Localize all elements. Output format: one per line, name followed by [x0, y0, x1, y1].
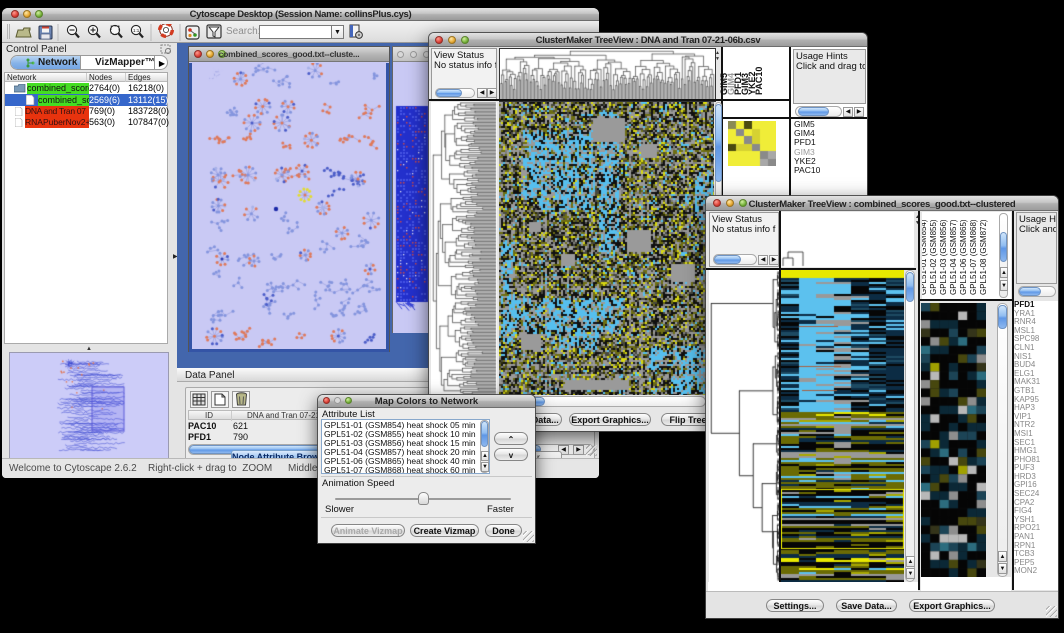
svg-text:1:1: 1:1: [133, 28, 140, 33]
